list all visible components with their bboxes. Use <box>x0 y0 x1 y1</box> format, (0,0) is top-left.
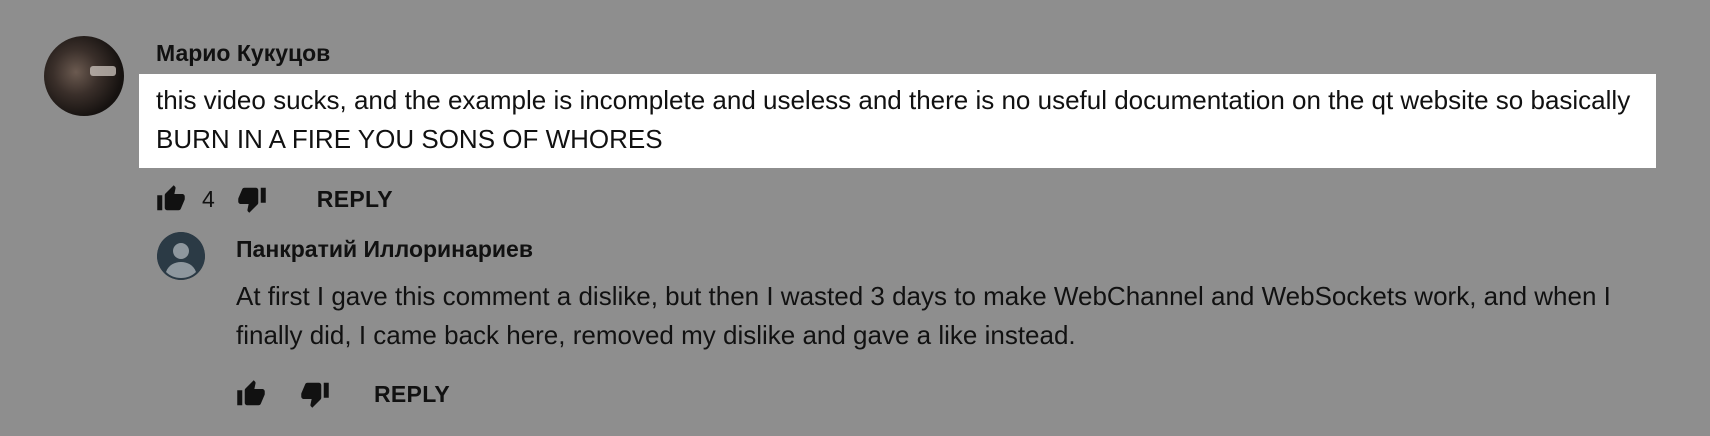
comment-author[interactable]: Марио Кукуцов <box>156 40 330 67</box>
thumbs-up-icon[interactable] <box>234 378 268 410</box>
thumbs-down-icon[interactable] <box>235 183 269 215</box>
thumbs-up-icon[interactable] <box>154 183 188 215</box>
like-count: 4 <box>202 185 215 212</box>
reply-button[interactable]: REPLY <box>317 186 393 213</box>
reply-text: At first I gave this comment a dislike, … <box>236 281 1611 350</box>
avatar[interactable] <box>157 232 205 280</box>
reply-button[interactable]: REPLY <box>374 381 450 408</box>
reply-actions: REPLY <box>234 378 450 410</box>
default-user-icon <box>157 232 205 280</box>
comment-text: this video sucks, and the example is inc… <box>156 85 1631 154</box>
reply-author[interactable]: Панкратий Иллоринариев <box>236 236 533 263</box>
avatar[interactable] <box>44 36 124 116</box>
thumbs-down-icon[interactable] <box>298 378 332 410</box>
comment-actions: 4 REPLY <box>154 183 393 215</box>
avatar-photo-detail <box>90 66 116 76</box>
